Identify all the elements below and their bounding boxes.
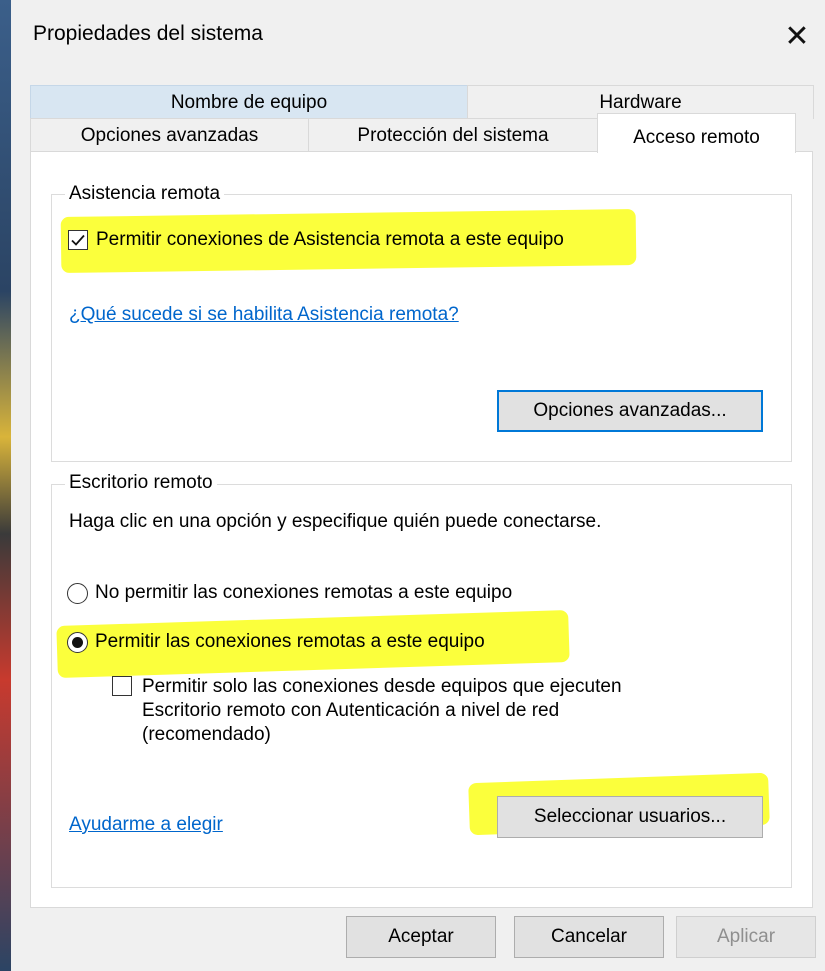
desktop-background-strip bbox=[0, 0, 11, 971]
remote-assistance-checkbox-row[interactable]: Permitir conexiones de Asistencia remota… bbox=[68, 229, 564, 251]
instruction-text: Haga clic en una opción y especifique qu… bbox=[69, 511, 602, 532]
tab-nombre-de-equipo[interactable]: Nombre de equipo bbox=[30, 85, 468, 119]
select-users-button[interactable]: Seleccionar usuarios... bbox=[497, 796, 763, 838]
radio-allow-row[interactable]: Permitir las conexiones remotas a este e… bbox=[67, 631, 485, 653]
radio-deny-label: No permitir las conexiones remotas a est… bbox=[95, 582, 513, 603]
nla-checkbox[interactable] bbox=[112, 676, 132, 696]
remote-assistance-checkbox-label: Permitir conexiones de Asistencia remota… bbox=[96, 229, 564, 250]
apply-button[interactable]: Aplicar bbox=[676, 916, 816, 958]
radio-selected-dot bbox=[72, 637, 83, 648]
button-label: Cancelar bbox=[550, 926, 628, 947]
radio-deny-remote[interactable] bbox=[67, 583, 88, 604]
remote-assistance-checkbox[interactable] bbox=[68, 230, 88, 250]
button-label: Aplicar bbox=[716, 926, 776, 947]
remote-assistance-help-link[interactable]: ¿Qué sucede si se habilita Asistencia re… bbox=[69, 304, 459, 326]
ok-button[interactable]: Aceptar bbox=[346, 916, 496, 958]
radio-allow-label: Permitir las conexiones remotas a este e… bbox=[95, 631, 485, 652]
tab-label: Hardware bbox=[599, 91, 682, 113]
button-label: Seleccionar usuarios... bbox=[533, 806, 727, 827]
group-label-asistencia-remota: Asistencia remota bbox=[65, 183, 225, 205]
group-label-escritorio-remoto: Escritorio remoto bbox=[65, 472, 217, 494]
tab-label: Acceso remoto bbox=[633, 127, 760, 148]
nla-label-line: Permitir solo las conexiones desde equip… bbox=[142, 676, 622, 697]
advanced-options-button[interactable]: Opciones avanzadas... bbox=[497, 390, 763, 432]
tab-label: Opciones avanzadas bbox=[80, 124, 259, 146]
tab-proteccion-del-sistema[interactable]: Protección del sistema bbox=[308, 118, 598, 152]
nla-label-line: Escritorio remoto con Autenticación a ni… bbox=[142, 700, 560, 721]
help-me-choose-link[interactable]: Ayudarme a elegir bbox=[69, 814, 223, 836]
cancel-button[interactable]: Cancelar bbox=[514, 916, 664, 958]
window-title: Propiedades del sistema bbox=[33, 22, 263, 45]
tab-acceso-remoto[interactable]: Acceso remoto bbox=[597, 113, 796, 153]
remote-desktop-instruction: Haga clic en una opción y especifique qu… bbox=[69, 511, 601, 533]
close-icon: ✕ bbox=[784, 19, 810, 53]
button-label: Opciones avanzadas... bbox=[533, 400, 727, 421]
tab-label: Protección del sistema bbox=[357, 124, 549, 146]
tab-page-acceso-remoto: Asistencia remota Permitir conexiones de… bbox=[30, 151, 813, 908]
radio-deny-row[interactable]: No permitir las conexiones remotas a est… bbox=[67, 582, 512, 604]
system-properties-dialog: Propiedades del sistema ✕ Nombre de equi… bbox=[11, 0, 825, 971]
tab-label: Nombre de equipo bbox=[170, 91, 328, 113]
close-button[interactable]: ✕ bbox=[775, 14, 819, 58]
nla-checkbox-row[interactable]: Permitir solo las conexiones desde equip… bbox=[112, 675, 622, 747]
nla-label-line: (recomendado) bbox=[142, 724, 271, 745]
tab-opciones-avanzadas[interactable]: Opciones avanzadas bbox=[30, 118, 309, 152]
nla-label: Permitir solo las conexiones desde equip… bbox=[142, 675, 622, 747]
checkmark-icon bbox=[71, 234, 85, 246]
button-label: Aceptar bbox=[388, 926, 454, 947]
radio-allow-remote[interactable] bbox=[67, 632, 88, 653]
